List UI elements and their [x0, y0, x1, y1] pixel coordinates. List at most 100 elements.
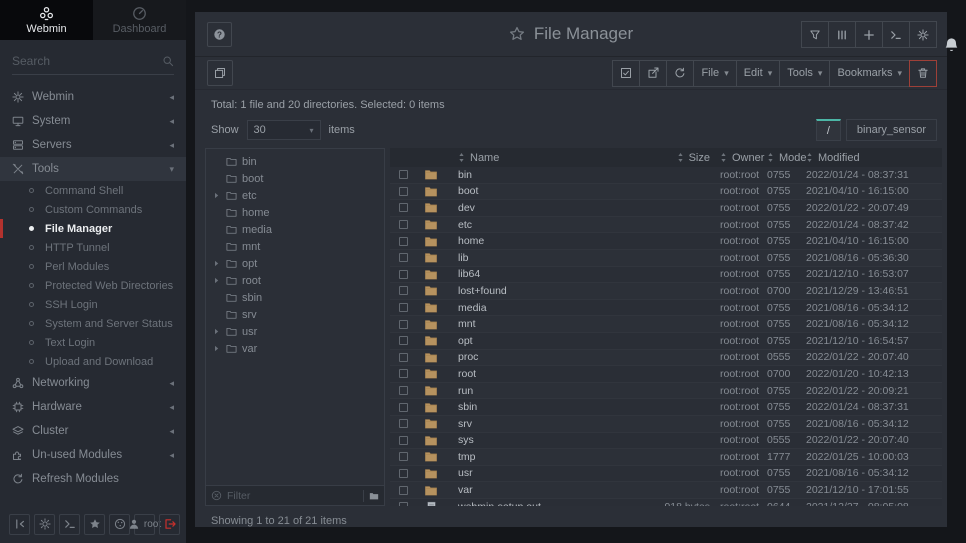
column-header-modified[interactable]: Modified	[806, 152, 942, 164]
sidebar-item[interactable]: Webmin ◂	[0, 85, 186, 109]
file-name[interactable]: usr	[446, 467, 631, 479]
tree-item[interactable]: root	[206, 272, 384, 289]
file-row[interactable]: run root:root 0755 2022/01/22 - 20:09:21	[390, 383, 942, 400]
file-name[interactable]: proc	[446, 351, 631, 363]
clear-filter-icon[interactable]	[211, 490, 222, 501]
file-row[interactable]: tmp root:root 1777 2022/01/25 - 10:00:03	[390, 449, 942, 466]
file-row[interactable]: var root:root 0755 2021/12/10 - 17:01:55	[390, 482, 942, 499]
sidebar-item[interactable]: Networking ◂	[0, 371, 186, 395]
file-row[interactable]: etc root:root 0755 2022/01/24 - 08:37:42	[390, 217, 942, 234]
column-header-size[interactable]: Size	[631, 152, 716, 164]
browse-folder-icon[interactable]	[369, 491, 379, 501]
file-row[interactable]: lib root:root 0755 2021/08/16 - 05:36:30	[390, 250, 942, 267]
titlebar-action-button[interactable]	[909, 21, 937, 48]
file-row[interactable]: webmin-setup.out 918 bytes root:root 064…	[390, 499, 942, 506]
file-row[interactable]: usr root:root 0755 2021/08/16 - 05:34:12	[390, 466, 942, 483]
file-name[interactable]: lib64	[446, 268, 631, 280]
row-checkbox[interactable]	[399, 336, 408, 345]
row-checkbox[interactable]	[399, 286, 408, 295]
file-row[interactable]: root root:root 0700 2022/01/20 - 10:42:1…	[390, 366, 942, 383]
row-checkbox[interactable]	[399, 469, 408, 478]
help-button[interactable]: ?	[207, 22, 232, 47]
notifications-bell-icon[interactable]	[943, 37, 960, 54]
file-name[interactable]: mnt	[446, 318, 631, 330]
file-name[interactable]: srv	[446, 418, 631, 430]
row-checkbox[interactable]	[399, 419, 408, 428]
sidebar-item[interactable]: System ◂	[0, 109, 186, 133]
sidebar-item[interactable]: Text Login	[0, 333, 186, 352]
row-checkbox[interactable]	[399, 203, 408, 212]
sidebar-item[interactable]: SSH Login	[0, 295, 186, 314]
sidebar-item[interactable]: Custom Commands	[0, 200, 186, 219]
tree-item[interactable]: boot	[206, 170, 384, 187]
tree-filter-input[interactable]	[227, 490, 358, 502]
row-checkbox[interactable]	[399, 270, 408, 279]
file-name[interactable]: boot	[446, 185, 631, 197]
file-row[interactable]: sys root:root 0555 2022/01/22 - 20:07:40	[390, 433, 942, 450]
file-row[interactable]: bin root:root 0755 2022/01/24 - 08:37:31	[390, 167, 942, 184]
file-row[interactable]: home root:root 0755 2021/04/10 - 16:15:0…	[390, 233, 942, 250]
sidebar-item[interactable]: Refresh Modules	[0, 467, 186, 491]
file-row[interactable]: srv root:root 0755 2021/08/16 - 05:34:12	[390, 416, 942, 433]
file-row[interactable]: opt root:root 0755 2021/12/10 - 16:54:57	[390, 333, 942, 350]
toolbar-button[interactable]: File ▾	[693, 60, 736, 87]
tree-item[interactable]: mnt	[206, 238, 384, 255]
file-name[interactable]: tmp	[446, 451, 631, 463]
sidebar-item[interactable]: Hardware ◂	[0, 395, 186, 419]
breadcrumb-root-button[interactable]: /	[816, 119, 841, 141]
bottombar-button[interactable]	[84, 514, 105, 535]
tree-item[interactable]: var	[206, 340, 384, 357]
bottombar-button[interactable]	[34, 514, 55, 535]
row-checkbox[interactable]	[399, 303, 408, 312]
expand-arrow-icon[interactable]	[212, 344, 224, 353]
file-row[interactable]: dev root:root 0755 2022/01/22 - 20:07:49	[390, 200, 942, 217]
toolbar-button[interactable]	[666, 60, 694, 87]
page-size-select[interactable]: 30 ▾	[247, 120, 321, 140]
toolbar-button[interactable]	[909, 60, 937, 87]
bottombar-button[interactable]: root	[134, 514, 155, 535]
sidebar-item[interactable]: Servers ◂	[0, 133, 186, 157]
file-name[interactable]: lost+found	[446, 285, 631, 297]
toolbar-button[interactable]: Tools ▾	[779, 60, 830, 87]
row-checkbox[interactable]	[399, 486, 408, 495]
bottombar-button[interactable]	[109, 514, 130, 535]
sidebar-item[interactable]: Upload and Download	[0, 352, 186, 371]
toolbar-button[interactable]: Bookmarks ▾	[829, 60, 910, 87]
expand-arrow-icon[interactable]	[212, 327, 224, 336]
sidebar-item[interactable]: HTTP Tunnel	[0, 238, 186, 257]
row-checkbox[interactable]	[399, 403, 408, 412]
tree-item[interactable]: opt	[206, 255, 384, 272]
tab-webmin[interactable]: Webmin	[0, 0, 93, 40]
sidebar-item[interactable]: Protected Web Directories	[0, 276, 186, 295]
sidebar-item[interactable]: Cluster ◂	[0, 419, 186, 443]
file-name[interactable]: home	[446, 235, 631, 247]
file-name[interactable]: opt	[446, 335, 631, 347]
column-header-name[interactable]: Name	[446, 152, 631, 164]
bottombar-button[interactable]	[59, 514, 80, 535]
expand-arrow-icon[interactable]	[212, 191, 224, 200]
file-name[interactable]: var	[446, 484, 631, 496]
tree-item[interactable]: usr	[206, 323, 384, 340]
sidebar-item[interactable]: System and Server Status	[0, 314, 186, 333]
file-name[interactable]: etc	[446, 219, 631, 231]
titlebar-action-button[interactable]	[855, 21, 883, 48]
row-checkbox[interactable]	[399, 187, 408, 196]
search-input[interactable]	[12, 54, 162, 68]
tree-item[interactable]: etc	[206, 187, 384, 204]
tab-dashboard[interactable]: Dashboard	[93, 0, 186, 40]
sidebar-item[interactable]: File Manager	[0, 219, 186, 238]
sidebar-item[interactable]: Command Shell	[0, 181, 186, 200]
row-checkbox[interactable]	[399, 220, 408, 229]
tree-item[interactable]: bin	[206, 153, 384, 170]
file-name[interactable]: root	[446, 368, 631, 380]
row-checkbox[interactable]	[399, 237, 408, 246]
row-checkbox[interactable]	[399, 170, 408, 179]
file-row[interactable]: lib64 root:root 0755 2021/12/10 - 16:53:…	[390, 267, 942, 284]
row-checkbox[interactable]	[399, 353, 408, 362]
row-checkbox[interactable]	[399, 320, 408, 329]
file-row[interactable]: boot root:root 0755 2021/04/10 - 16:15:0…	[390, 184, 942, 201]
tree-item[interactable]: srv	[206, 306, 384, 323]
file-name[interactable]: media	[446, 302, 631, 314]
tree-item[interactable]: home	[206, 204, 384, 221]
file-name[interactable]: sbin	[446, 401, 631, 413]
